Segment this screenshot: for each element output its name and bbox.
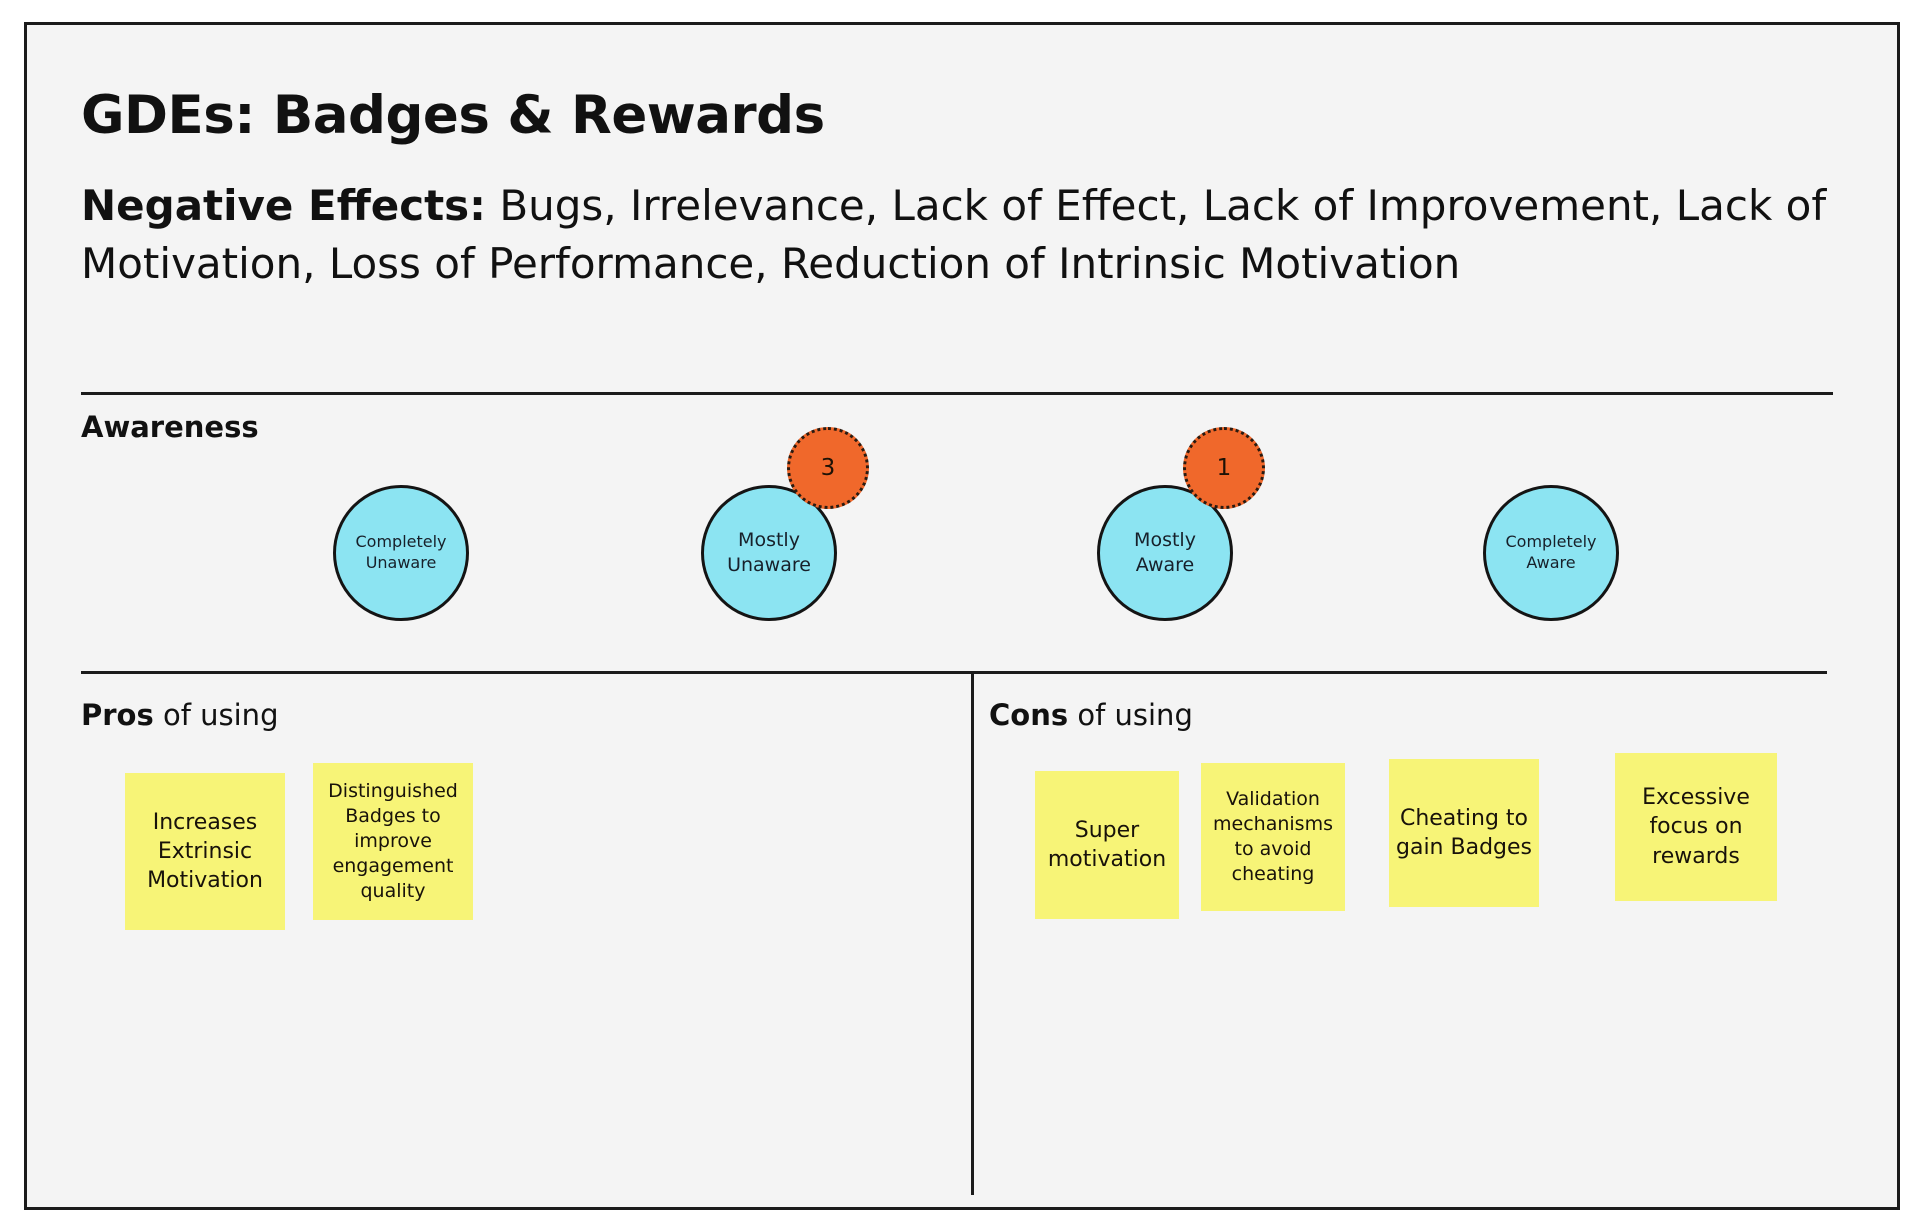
pros-label-strong: Pros	[81, 698, 154, 732]
pros-note-list: Increases Extrinsic Motivation Distingui…	[125, 763, 473, 930]
awareness-vote-badge[interactable]: 1	[1183, 427, 1265, 509]
awareness-scale: Completely Unaware Mostly Unaware 3 Most…	[81, 427, 1841, 645]
negative-effects-label: Negative Effects:	[81, 181, 486, 230]
list-item[interactable]: Excessive focus on rewards	[1615, 753, 1777, 901]
negative-effects-summary: Negative Effects: Bugs, Irrelevance, Lac…	[81, 177, 1841, 292]
cons-note-list: Super motivation Validation mechanisms t…	[1035, 753, 1777, 919]
list-item[interactable]: Super motivation	[1035, 771, 1179, 919]
cons-label-rest: of using	[1068, 698, 1193, 732]
awareness-bubble-label: Completely Unaware	[333, 485, 469, 621]
awareness-section-label: Awareness	[81, 410, 259, 444]
board-frame: GDEs: Badges & Rewards Negative Effects:…	[24, 22, 1900, 1210]
awareness-vote-badge[interactable]: 3	[787, 427, 869, 509]
pros-section-label: Pros of using	[81, 698, 278, 732]
page-title: GDEs: Badges & Rewards	[81, 85, 825, 146]
divider-proscons-vertical	[971, 672, 974, 1195]
cons-label-strong: Cons	[989, 698, 1069, 732]
board-canvas: GDEs: Badges & Rewards Negative Effects:…	[0, 0, 1920, 1229]
awareness-item-mostly-unaware[interactable]: Mostly Unaware 3	[681, 427, 869, 645]
divider-proscons-top	[81, 671, 1827, 674]
pros-label-rest: of using	[153, 698, 279, 732]
awareness-bubble-label: Completely Aware	[1483, 485, 1619, 621]
list-item[interactable]: Cheating to gain Badges	[1389, 759, 1539, 907]
list-item[interactable]: Validation mechanisms to avoid cheating	[1201, 763, 1345, 911]
divider-awareness-top	[81, 392, 1833, 395]
list-item[interactable]: Increases Extrinsic Motivation	[125, 773, 285, 930]
awareness-item-completely-unaware[interactable]: Completely Unaware	[313, 475, 483, 645]
awareness-item-completely-aware[interactable]: Completely Aware	[1463, 475, 1633, 645]
cons-section-label: Cons of using	[989, 698, 1193, 732]
list-item[interactable]: Distinguished Badges to improve engageme…	[313, 763, 473, 920]
awareness-item-mostly-aware[interactable]: Mostly Aware 1	[1077, 427, 1265, 645]
